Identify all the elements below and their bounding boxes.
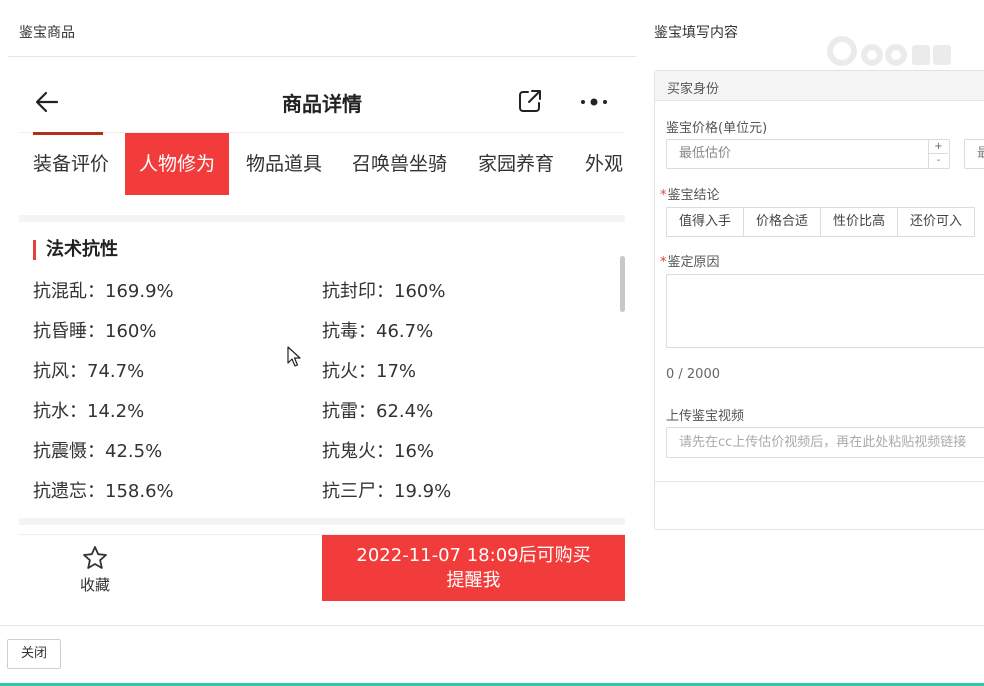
resist-stat: 抗混乱：169.9%	[33, 281, 174, 302]
tab-home-nurture[interactable]: 家园养育	[464, 133, 568, 195]
resist-stat: 抗火：17%	[322, 361, 417, 382]
reason-label-text: 鉴定原因	[667, 255, 720, 270]
card-footer-divider	[655, 481, 984, 482]
product-header: 商品详情	[19, 70, 625, 132]
max-price-input[interactable]: 最	[964, 139, 984, 169]
left-pane-divider	[8, 56, 636, 57]
star-icon	[83, 546, 107, 569]
tab-items[interactable]: 物品道具	[232, 133, 336, 195]
increment-button[interactable]: +	[929, 140, 948, 154]
remind-me-text: 提醒我	[446, 570, 501, 591]
resist-stat: 抗封印：160%	[322, 281, 446, 302]
footer-divider	[0, 625, 984, 626]
decrement-button[interactable]: -	[929, 154, 948, 168]
reason-label: *鉴定原因	[660, 251, 720, 270]
resist-stat: 抗遗忘：158.6%	[33, 481, 174, 502]
section-separator-bottom	[19, 518, 625, 525]
card-header: 买家身份	[655, 71, 984, 101]
buy-time-text: 2022-11-07 18:09后可购买	[356, 545, 591, 566]
tab-equipment-review[interactable]: 装备评价	[19, 133, 123, 195]
conclusion-options: 值得入手 价格合适 性价比高 还价可入	[666, 207, 976, 237]
scrollbar[interactable]	[620, 256, 625, 312]
video-link-input[interactable]: 请先在cc上传估价视频后，再在此处粘贴视频链接	[666, 427, 984, 458]
resist-stat: 抗毒：46.7%	[322, 321, 434, 342]
option-good-value[interactable]: 性价比高	[820, 207, 899, 237]
resist-stat: 抗风：74.7%	[33, 361, 145, 382]
resist-stat: 抗鬼火：16%	[322, 441, 435, 462]
left-pane-title: 鉴宝商品	[19, 25, 75, 41]
right-pane-title: 鉴宝填写内容	[654, 25, 738, 41]
price-stepper[interactable]: + -	[928, 140, 948, 168]
resist-stat: 抗昏睡：160%	[33, 321, 157, 342]
tab-summon-mounts[interactable]: 召唤兽坐骑	[338, 133, 461, 195]
option-price-fair[interactable]: 价格合适	[743, 207, 822, 237]
tab-character-cultivation[interactable]: 人物修为	[125, 133, 230, 195]
option-bargain-ok[interactable]: 还价可入	[897, 207, 976, 237]
category-tabs: 装备评价 人物修为 物品道具 召唤兽坐骑 家园养育 外观	[19, 133, 625, 195]
buyer-identity-label: 买家身份	[667, 82, 720, 97]
required-mark: *	[660, 255, 667, 270]
option-worth-buying[interactable]: 值得入手	[666, 207, 745, 237]
buy-reminder-button[interactable]: 2022-11-07 18:09后可购买 提醒我	[322, 535, 625, 601]
share-icon[interactable]	[517, 88, 543, 114]
conclusion-label-text: 鉴宝结论	[667, 188, 720, 203]
resist-stat: 抗雷：62.4%	[322, 401, 434, 422]
required-mark: *	[660, 188, 667, 203]
char-counter: 0 / 2000	[666, 367, 720, 382]
close-button[interactable]: 关闭	[7, 639, 61, 669]
resist-stat: 抗三尸：19.9%	[322, 481, 452, 502]
favorite-button[interactable]: 收藏	[59, 544, 131, 600]
section-title: 法术抗性	[33, 240, 118, 260]
resist-stat: 抗水：14.2%	[33, 401, 145, 422]
conclusion-label: *鉴宝结论	[660, 184, 720, 203]
price-label: 鉴宝价格(单位元)	[666, 121, 768, 136]
mouse-cursor-icon	[287, 346, 301, 367]
resist-stat: 抗震慑：42.5%	[33, 441, 163, 462]
reason-textarea[interactable]	[666, 274, 984, 348]
favorite-label: 收藏	[79, 576, 110, 594]
video-label: 上传鉴宝视频	[666, 409, 745, 424]
cc-watermark-logo	[827, 36, 951, 66]
product-detail-view: 商品详情 装备评价 人物修为 物品道具 召唤兽坐骑 家园养育 外观 法术抗性 抗…	[19, 70, 625, 602]
tab-appearance[interactable]: 外观	[571, 133, 625, 195]
min-price-input[interactable]: 最低估价	[666, 139, 950, 169]
more-dots-icon[interactable]	[577, 90, 611, 114]
section-separator	[19, 215, 625, 222]
